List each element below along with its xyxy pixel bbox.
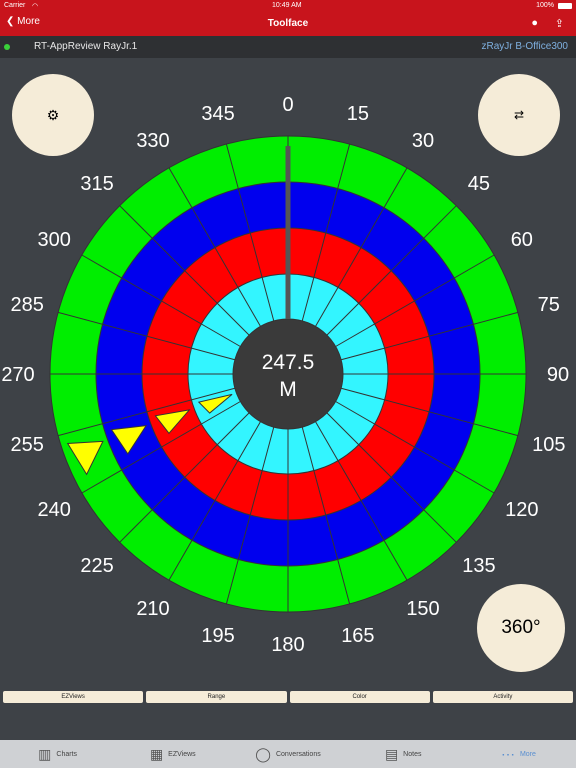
- angle-tick-label: 300: [37, 229, 70, 251]
- angle-tick-label: 120: [505, 499, 538, 521]
- angle-tick-label: 30: [412, 130, 434, 152]
- angle-tick-label: 15: [347, 103, 369, 125]
- segment-activity[interactable]: Activity: [432, 691, 573, 703]
- range-label: 360°: [501, 617, 541, 638]
- connection-info-bar: RT-AppReview RayJr.1 zRayJr B-Office300: [0, 36, 576, 58]
- tab-more[interactable]: ⋯ More: [461, 740, 576, 768]
- center-value: 247.5: [262, 351, 315, 374]
- more-dots-icon: ⋯: [500, 745, 515, 762]
- toolface-gauge: 0 15 30 45 60 75 90 105 120 135 150 165 180 195 210 225…: [1, 94, 569, 656]
- angle-tick-label: 330: [136, 130, 169, 152]
- angle-tick-label: 150: [406, 598, 439, 620]
- settings-button[interactable]: ⚙: [12, 74, 94, 156]
- gauge-center: [232, 318, 344, 430]
- range-360-button[interactable]: 360°: [477, 584, 565, 672]
- speech-bubble-icon: ◯: [255, 745, 271, 762]
- angle-tick-label: 345: [201, 103, 234, 125]
- segment-ezviews[interactable]: EZViews: [3, 691, 144, 703]
- tab-ezviews[interactable]: ▦ EZViews: [115, 740, 230, 768]
- angle-tick-label: 285: [11, 294, 44, 316]
- status-bar: Carrier ◠ 10:49 AM 100%: [0, 0, 576, 12]
- share-icon[interactable]: ⇪: [555, 17, 564, 30]
- connection-status-dot: [4, 44, 10, 50]
- segment-color[interactable]: Color: [289, 691, 430, 703]
- segment-control: EZViews Range Color Activity: [3, 691, 573, 703]
- swap-button[interactable]: ⇄: [478, 74, 560, 156]
- angle-tick-label: 45: [468, 173, 490, 195]
- gear-icon: ⚙: [46, 106, 60, 123]
- tab-bar: ▥ Charts ▦ EZViews ◯ Conversations ▤ Notes ⋯…: [0, 740, 576, 768]
- grid-icon: ▦: [149, 745, 164, 762]
- angle-tick-label: 75: [538, 294, 560, 316]
- angle-tick-label: 135: [462, 555, 495, 577]
- angle-tick-label: 225: [80, 555, 113, 577]
- clock-label: 10:49 AM: [272, 2, 302, 9]
- device-name[interactable]: zRayJr B-Office300: [481, 41, 568, 52]
- angle-tick-label: 240: [37, 499, 70, 521]
- segment-range[interactable]: Range: [146, 691, 287, 703]
- lightbulb-icon[interactable]: ●: [531, 17, 538, 29]
- tab-conversations[interactable]: ◯ Conversations: [230, 740, 345, 768]
- battery-label: 100%: [536, 2, 554, 9]
- angle-tick-label: 180: [271, 634, 304, 656]
- notes-icon: ▤: [384, 745, 399, 762]
- angle-tick-label: 60: [511, 229, 533, 251]
- swap-arrows-icon: ⇄: [513, 108, 525, 122]
- angle-tick-label: 270: [1, 364, 34, 386]
- carrier-label: Carrier: [4, 2, 26, 9]
- battery-icon: [558, 3, 572, 9]
- wifi-icon: ◠: [32, 3, 39, 10]
- angle-tick-label: 0: [282, 94, 293, 116]
- page-title: Toolface: [267, 18, 309, 29]
- center-unit: M: [279, 378, 297, 401]
- tab-notes[interactable]: ▤ Notes: [346, 740, 461, 768]
- angle-tick-label: 210: [136, 598, 169, 620]
- navigation-bar: ❮ More Toolface ● ⇪: [0, 12, 576, 36]
- angle-tick-label: 195: [201, 625, 234, 647]
- angle-tick-label: 165: [341, 625, 374, 647]
- tab-charts[interactable]: ▥ Charts: [0, 740, 115, 768]
- angle-tick-label: 255: [11, 434, 44, 456]
- angle-tick-label: 315: [80, 173, 113, 195]
- rig-name: RT-AppReview RayJr.1: [34, 41, 138, 52]
- angle-tick-label: 105: [532, 434, 565, 456]
- angle-tick-label: 90: [547, 364, 569, 386]
- bar-chart-icon: ▥: [38, 745, 52, 762]
